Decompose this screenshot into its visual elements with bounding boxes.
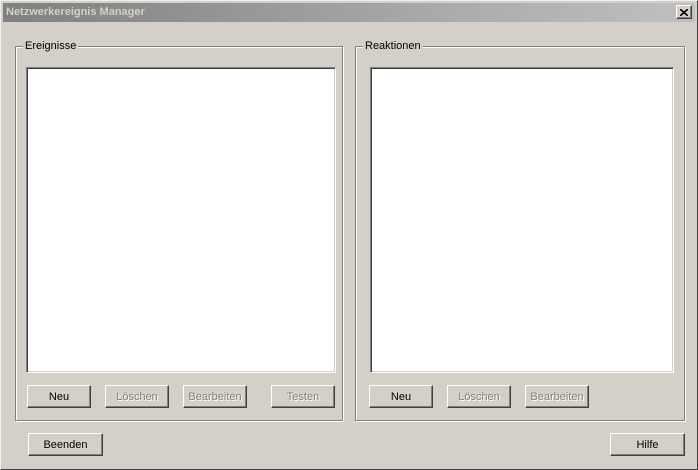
quit-button[interactable]: Beenden [28, 433, 103, 456]
title-bar[interactable]: Netzwerkereignis Manager [3, 3, 695, 22]
main-window: Netzwerkereignis Manager Ereignisse Neu … [0, 0, 698, 470]
reactions-edit-button[interactable]: Bearbeiten [525, 385, 589, 408]
events-edit-button[interactable]: Bearbeiten [183, 385, 247, 408]
events-list[interactable] [26, 67, 336, 373]
events-delete-button[interactable]: Löschen [105, 385, 169, 408]
reactions-group: Reaktionen Neu Löschen Bearbeiten [355, 40, 685, 421]
events-group: Ereignisse Neu Löschen Bearbeiten Testen [15, 40, 343, 421]
events-group-label: Ereignisse [23, 40, 79, 52]
window-title: Netzwerkereignis Manager [6, 6, 145, 18]
reactions-group-label: Reaktionen [363, 40, 423, 52]
close-button[interactable] [676, 5, 692, 19]
events-new-button[interactable]: Neu [27, 385, 91, 408]
help-button[interactable]: Hilfe [610, 433, 685, 456]
reactions-delete-button[interactable]: Löschen [447, 385, 511, 408]
reactions-list[interactable] [370, 67, 674, 373]
events-test-button[interactable]: Testen [271, 385, 335, 408]
reactions-new-button[interactable]: Neu [369, 385, 433, 408]
close-icon [680, 8, 688, 16]
